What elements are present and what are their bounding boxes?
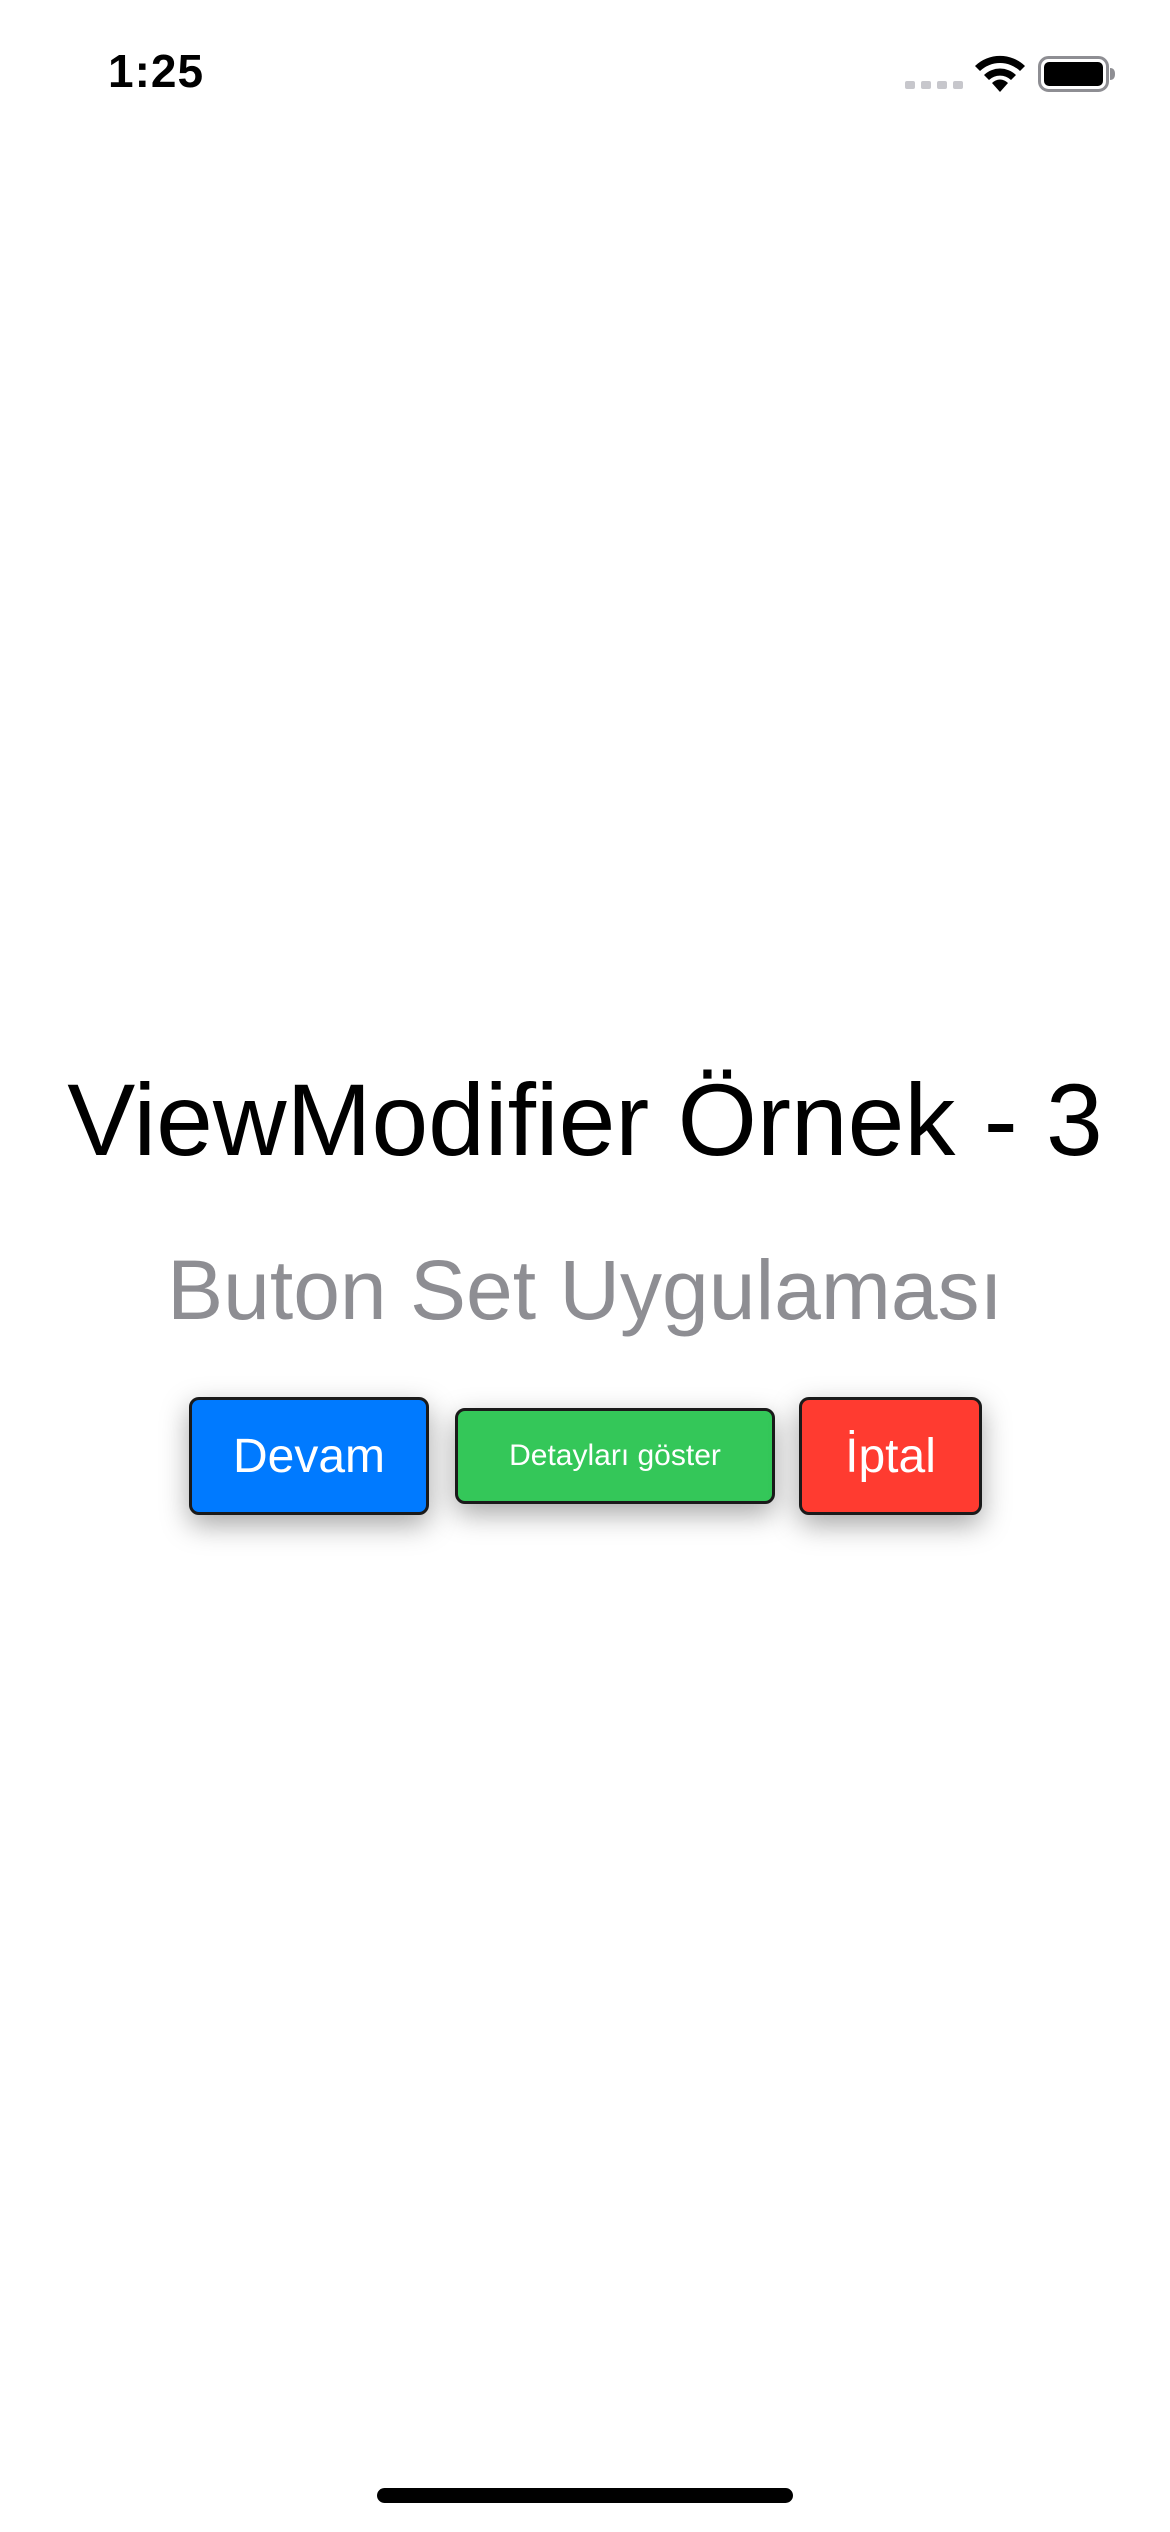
home-indicator[interactable]	[377, 2488, 793, 2503]
battery-icon	[1038, 56, 1115, 92]
wifi-icon	[975, 55, 1025, 92]
status-time: 1:25	[108, 45, 205, 97]
status-bar: 1:25	[0, 0, 1170, 150]
cancel-button[interactable]: İptal	[799, 1397, 982, 1515]
signal-icon	[905, 81, 963, 89]
show-details-button[interactable]: Detayları göster	[455, 1408, 775, 1504]
continue-button[interactable]: Devam	[189, 1397, 429, 1515]
page-title: ViewModifier Örnek - 3	[67, 1063, 1103, 1177]
page-subtitle: Buton Set Uygulaması	[167, 1243, 1003, 1337]
